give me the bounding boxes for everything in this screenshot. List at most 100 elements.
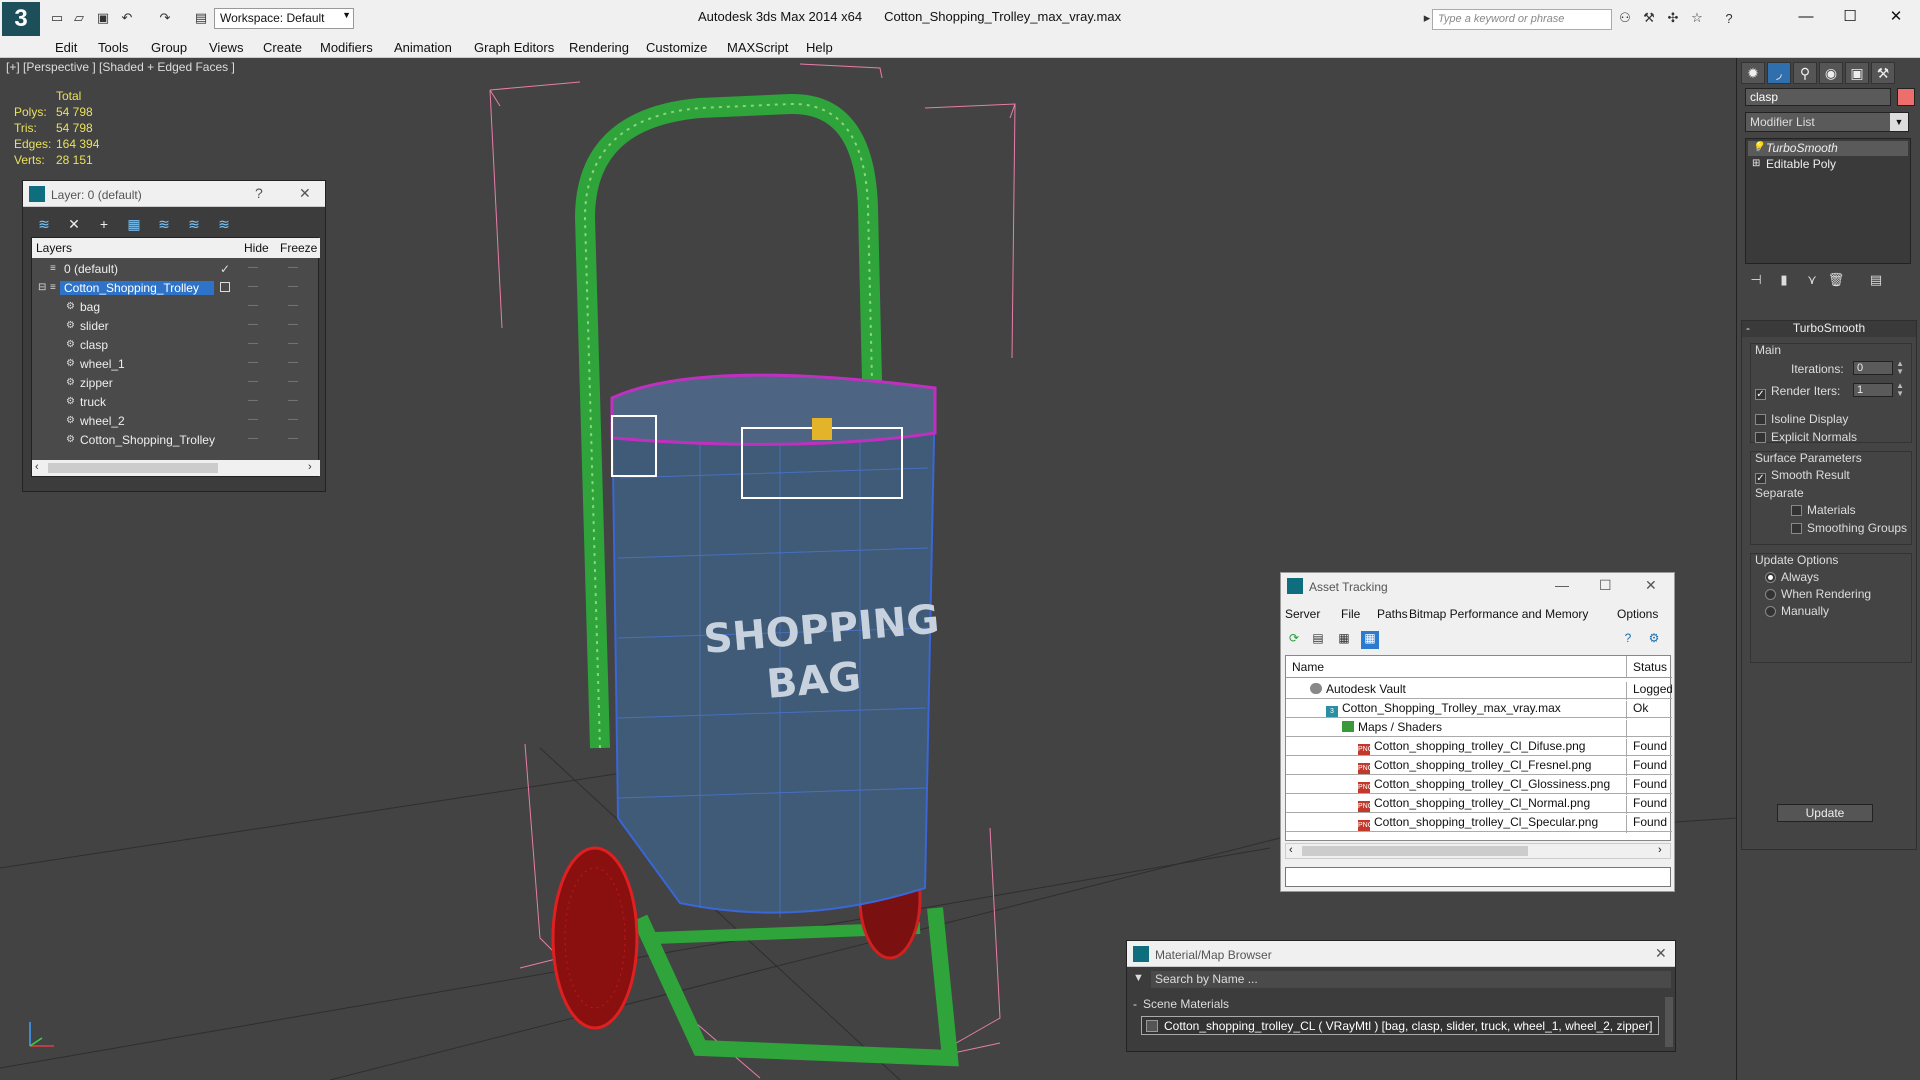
menu-group[interactable]: Group (151, 40, 187, 55)
update-when-rendering-radio[interactable]: When Rendering (1765, 587, 1871, 601)
layer-row[interactable]: ⚙ clasp — — (32, 336, 320, 355)
layer-row[interactable]: ⊟ ≡ Cotton_Shopping_Trolley — — (32, 279, 320, 298)
layer-row[interactable]: ⚙ truck — — (32, 393, 320, 412)
layer-row[interactable]: ⚙ wheel_1— — (32, 355, 320, 374)
layer-list-scrollbar[interactable]: ‹ › (32, 460, 320, 476)
maximize-button[interactable]: ☐ (1599, 577, 1612, 594)
menu-tools[interactable]: Tools (98, 40, 128, 55)
modify-tab-icon[interactable]: ◞ (1767, 62, 1791, 84)
layer-manager-panel[interactable]: Layer: 0 (default) ? ✕ ≋ ✕ + ▦ ≋ ≋ ≋ Lay… (22, 180, 326, 492)
hide-all-icon[interactable]: ≋ (183, 213, 205, 235)
scene-materials-section[interactable]: - Scene Materials (1133, 997, 1229, 1011)
stack-item-turbosmooth[interactable]: 💡 TurboSmooth (1748, 141, 1908, 156)
minimize-button[interactable]: — (1555, 577, 1569, 593)
explicit-normals-checkbox[interactable]: Explicit Normals (1755, 430, 1857, 444)
undo-icon[interactable]: ↶ (118, 9, 136, 27)
show-end-result-icon[interactable]: ▮ (1773, 272, 1795, 294)
close-button[interactable]: ✕ (1876, 4, 1916, 28)
redo-icon[interactable]: ↷ (156, 9, 174, 27)
layer-row[interactable]: ≡ 0 (default) ✓ — — (32, 260, 320, 279)
layer-row[interactable]: ⚙ zipper — — (32, 374, 320, 393)
menu-help[interactable]: Help (806, 40, 833, 55)
asset-menu-bitmap-performance[interactable]: Bitmap Performance and Memory (1409, 607, 1588, 621)
col-status[interactable]: Status (1626, 656, 1667, 678)
asset-menu-paths[interactable]: Paths (1377, 607, 1408, 621)
lightbulb-icon[interactable]: 💡 (1752, 142, 1764, 153)
select-objects-icon[interactable]: ▦ (123, 213, 145, 235)
material-search-input[interactable]: Search by Name ... (1151, 971, 1671, 988)
favorites-star-icon[interactable]: ☆ (1688, 9, 1706, 27)
help-icon[interactable]: ? (1619, 631, 1637, 649)
subscription-icon[interactable]: ⚒ (1640, 9, 1658, 27)
help-button[interactable]: ? (255, 185, 263, 201)
object-color-swatch[interactable] (1897, 88, 1915, 106)
menu-rendering[interactable]: Rendering (569, 40, 629, 55)
table-row[interactable]: Autodesk VaultLogged Out (1286, 680, 1672, 700)
table-view-icon[interactable]: ▦ (1361, 631, 1379, 649)
scroll-right-icon[interactable]: › (308, 461, 312, 473)
close-icon[interactable]: ✕ (299, 185, 311, 202)
viewport-label[interactable]: [+] [Perspective ] [Shaded + Edged Faces… (6, 60, 235, 74)
new-file-icon[interactable]: ▭ (48, 9, 66, 27)
render-iters-spinner[interactable]: 1 ▲ ▼ (1853, 382, 1904, 398)
expand-plus-icon[interactable]: ⊞ (1752, 158, 1760, 169)
layer-panel-header[interactable]: Layer: 0 (default) ? ✕ (23, 181, 325, 207)
menu-modifiers[interactable]: Modifiers (320, 40, 373, 55)
minimize-button[interactable]: — (1786, 4, 1826, 28)
make-unique-icon[interactable]: ⋎ (1801, 272, 1823, 294)
stack-item-editable-poly[interactable]: ⊞ Editable Poly (1748, 157, 1908, 172)
table-row[interactable]: PNGCotton_shopping_trolley_Cl_Normal.png… (1286, 794, 1672, 814)
asset-menu-server[interactable]: Server (1285, 607, 1320, 621)
maximize-button[interactable]: ☐ (1830, 4, 1870, 28)
asset-tracking-header[interactable]: Asset Tracking — ☐ ✕ (1281, 573, 1674, 599)
open-file-icon[interactable]: ▱ (70, 9, 88, 27)
table-row[interactable]: Maps / Shaders (1286, 718, 1672, 738)
close-icon[interactable]: ✕ (1645, 577, 1657, 594)
col-name[interactable]: Name (1292, 660, 1324, 674)
close-icon[interactable]: ✕ (1655, 945, 1667, 962)
keyword-search-input[interactable]: Type a keyword or phrase (1432, 9, 1612, 30)
update-manually-radio[interactable]: Manually (1765, 604, 1829, 618)
display-tab-icon[interactable]: ▣ (1845, 62, 1869, 84)
update-always-radio[interactable]: Always (1765, 570, 1819, 584)
scroll-right-icon[interactable]: › (1658, 844, 1662, 856)
modifier-list-dropdown[interactable]: Modifier List ▼ (1745, 112, 1909, 132)
scrollbar-thumb[interactable] (48, 463, 218, 473)
material-list-scrollbar[interactable] (1665, 997, 1673, 1047)
layer-row[interactable]: ⚙ slider — — (32, 317, 320, 336)
update-button[interactable]: Update (1777, 804, 1873, 822)
pin-stack-icon[interactable]: ⊣ (1745, 272, 1767, 294)
layer-row[interactable]: ⚙ Cotton_Shopping_Trolley — — (32, 431, 320, 450)
save-file-icon[interactable]: ▣ (94, 9, 112, 27)
tree-view-icon[interactable]: ▦ (1335, 631, 1353, 649)
layer-list[interactable]: Layers Hide Freeze ≡ 0 (default) ✓ — — ⊟ ≡ Cot… (31, 237, 320, 477)
menu-graph-editors[interactable]: Graph Editors (474, 40, 554, 55)
new-layer-icon[interactable]: ≋ (33, 213, 55, 235)
table-row[interactable]: PNGCotton_shopping_trolley_Cl_Fresnel.pn… (1286, 756, 1672, 776)
menu-maxscript[interactable]: MAXScript (727, 40, 788, 55)
set-current-box[interactable] (220, 282, 230, 292)
asset-menu-options[interactable]: Options (1617, 607, 1658, 621)
communication-icon[interactable]: ✣ (1664, 9, 1682, 27)
app-logo-icon[interactable]: 3 (2, 2, 40, 36)
freeze-all-icon[interactable]: ≋ (213, 213, 235, 235)
material-browser-header[interactable]: Material/Map Browser ✕ (1127, 941, 1675, 967)
table-row[interactable]: PNGCotton_shopping_trolley_Cl_Glossiness… (1286, 775, 1672, 795)
create-tab-icon[interactable]: ✹ (1741, 62, 1765, 84)
hierarchy-tab-icon[interactable]: ⚲ (1793, 62, 1817, 84)
menu-views[interactable]: Views (209, 40, 243, 55)
modifier-stack[interactable]: 💡 TurboSmooth ⊞ Editable Poly (1745, 138, 1911, 264)
help-icon[interactable]: ? (1720, 9, 1738, 27)
scroll-left-icon[interactable]: ‹ (1289, 844, 1293, 856)
menu-edit[interactable]: Edit (55, 40, 77, 55)
separate-smoothing-groups-checkbox[interactable]: Smoothing Groups (1791, 521, 1907, 535)
scrollbar-thumb[interactable] (1302, 846, 1528, 856)
settings-icon[interactable]: ⚙ (1645, 631, 1663, 649)
asset-menu-file[interactable]: File (1341, 607, 1360, 621)
asset-path-field[interactable] (1285, 867, 1671, 887)
workspace-dropdown[interactable]: Workspace: Default ▼ (214, 8, 354, 29)
asset-tracking-panel[interactable]: Asset Tracking — ☐ ✕ Server File Paths B… (1280, 572, 1675, 892)
configure-modifier-sets-icon[interactable]: ▤ (1865, 272, 1887, 294)
rollout-header[interactable]: - TurboSmooth (1742, 321, 1916, 337)
table-row[interactable]: PNGCotton_shopping_trolley_Cl_Specular.p… (1286, 813, 1672, 833)
